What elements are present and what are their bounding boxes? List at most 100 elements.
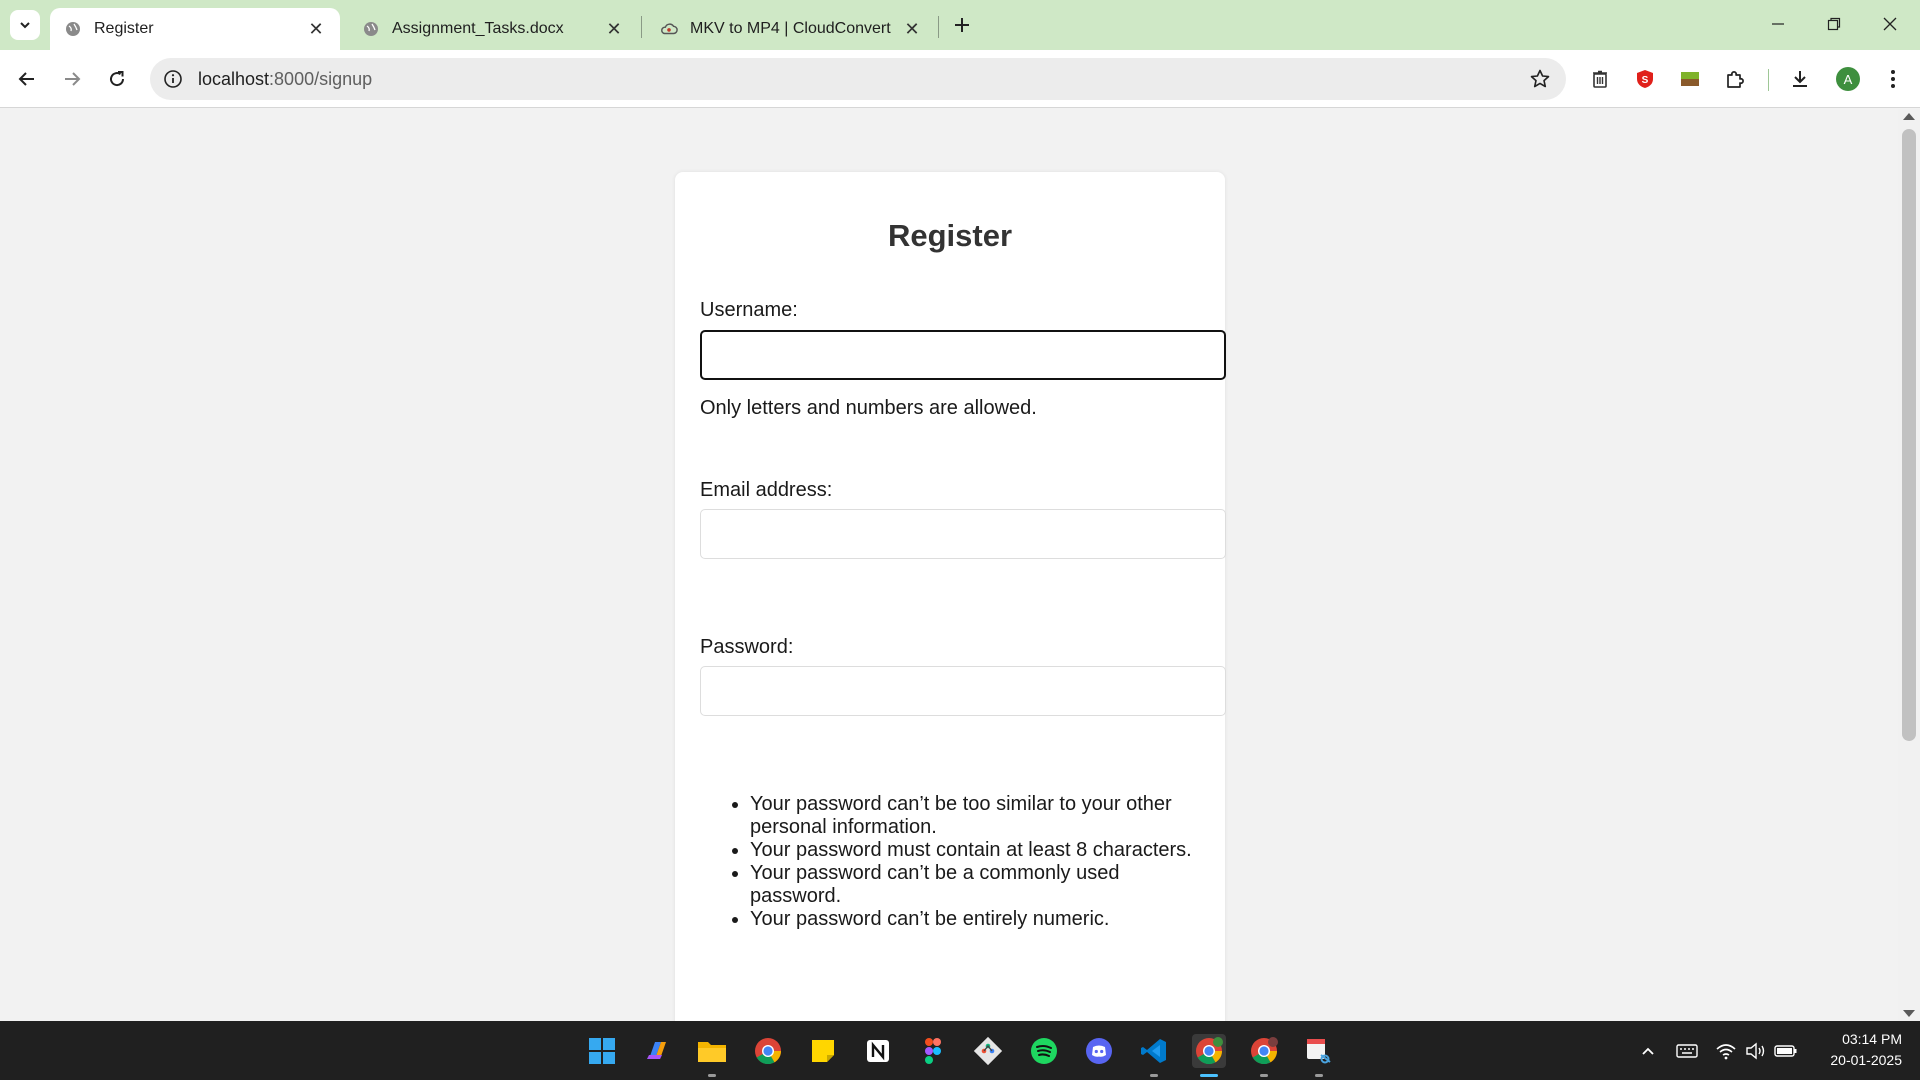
kebab-menu-icon[interactable] bbox=[1879, 65, 1907, 93]
spotify-icon bbox=[1031, 1038, 1057, 1064]
scroll-thumb[interactable] bbox=[1902, 129, 1916, 741]
wifi-icon[interactable] bbox=[1714, 1039, 1738, 1063]
password-rule: Your password can’t be a commonly used p… bbox=[750, 862, 1210, 908]
globe-icon bbox=[64, 20, 82, 38]
close-window-button[interactable] bbox=[1870, 8, 1910, 40]
svg-text:S: S bbox=[1642, 75, 1649, 86]
reload-button[interactable] bbox=[101, 63, 133, 95]
running-indicator bbox=[1260, 1074, 1268, 1077]
url-host: localhost bbox=[198, 68, 270, 89]
close-icon bbox=[1883, 17, 1897, 31]
password-label: Password: bbox=[700, 636, 794, 658]
shield-extension-icon[interactable]: S bbox=[1631, 65, 1659, 93]
profile-avatar[interactable]: A bbox=[1836, 67, 1860, 91]
tab-search-button[interactable] bbox=[10, 10, 40, 40]
chrome-icon bbox=[755, 1038, 782, 1065]
pixel-extension-icon[interactable] bbox=[1676, 65, 1704, 93]
spotify-app[interactable] bbox=[1027, 1034, 1061, 1068]
email-input[interactable] bbox=[700, 509, 1226, 559]
trash-extension-icon[interactable] bbox=[1586, 65, 1614, 93]
tab-divider bbox=[938, 16, 939, 38]
snipping-tool-app[interactable] bbox=[1302, 1034, 1336, 1077]
plus-icon bbox=[955, 18, 969, 32]
tray-overflow-chevron-icon[interactable] bbox=[1636, 1039, 1660, 1063]
chrome-app-second[interactable] bbox=[1247, 1034, 1281, 1077]
system-clock[interactable]: 03:14 PM 20-01-2025 bbox=[1812, 1029, 1902, 1071]
arrow-right-icon bbox=[65, 72, 81, 86]
forward-button[interactable] bbox=[56, 63, 88, 95]
windows-taskbar: 03:14 PM 20-01-2025 bbox=[0, 1021, 1920, 1080]
chrome-app[interactable] bbox=[751, 1034, 785, 1068]
keyboard-icon[interactable] bbox=[1675, 1039, 1699, 1063]
restore-button[interactable] bbox=[1814, 8, 1854, 40]
active-indicator bbox=[1200, 1074, 1218, 1077]
notion-app[interactable] bbox=[861, 1034, 895, 1068]
copilot-icon bbox=[647, 1042, 666, 1059]
sticky-notes-icon bbox=[812, 1040, 834, 1062]
register-card: Register Username: Only letters and numb… bbox=[675, 172, 1226, 1021]
bookmark-star-icon[interactable] bbox=[1528, 67, 1552, 91]
globe-icon bbox=[362, 20, 380, 38]
url-path: :8000/signup bbox=[269, 68, 373, 89]
url-text[interactable]: localhost:8000/signup bbox=[198, 69, 372, 90]
back-button[interactable] bbox=[11, 63, 43, 95]
tab-title: MKV to MP4 | CloudConvert bbox=[690, 20, 891, 37]
page-scrollbar[interactable] bbox=[1898, 109, 1920, 1021]
tab-close-icon[interactable]: ✕ bbox=[902, 19, 922, 39]
scroll-down-arrow-icon[interactable] bbox=[1903, 1010, 1915, 1017]
address-bar[interactable]: localhost:8000/signup bbox=[150, 58, 1566, 100]
notion-icon bbox=[867, 1040, 889, 1062]
copilot-app[interactable] bbox=[640, 1034, 674, 1068]
password-rules-list: Your password can’t be too similar to yo… bbox=[750, 793, 1210, 931]
chrome-icon bbox=[1196, 1037, 1223, 1065]
password-rule: Your password can’t be entirely numeric. bbox=[750, 908, 1210, 931]
page-title: Register bbox=[887, 218, 1013, 253]
toolbar-divider bbox=[1768, 69, 1769, 91]
start-button[interactable] bbox=[585, 1034, 619, 1068]
git-icon bbox=[973, 1036, 1003, 1066]
vscode-app[interactable] bbox=[1137, 1034, 1171, 1077]
sticky-notes-app[interactable] bbox=[806, 1034, 840, 1068]
tab-close-icon[interactable]: ✕ bbox=[604, 19, 624, 39]
minimize-button[interactable] bbox=[1758, 8, 1798, 40]
discord-icon bbox=[1086, 1038, 1112, 1064]
site-info-icon[interactable] bbox=[160, 66, 186, 92]
volume-icon[interactable] bbox=[1744, 1039, 1768, 1063]
password-rule: Your password can’t be too similar to yo… bbox=[750, 793, 1210, 839]
scroll-up-arrow-icon[interactable] bbox=[1903, 113, 1915, 120]
browser-toolbar: localhost:8000/signup S A bbox=[0, 50, 1920, 108]
snipping-tool-icon bbox=[1307, 1039, 1331, 1064]
tab-cloudconvert[interactable]: MKV to MP4 | CloudConvert ✕ bbox=[646, 8, 936, 50]
username-input[interactable] bbox=[700, 330, 1226, 380]
arrow-left-icon bbox=[18, 72, 34, 86]
minimize-icon bbox=[1772, 23, 1784, 25]
cloud-icon bbox=[660, 20, 678, 38]
email-label: Email address: bbox=[700, 479, 833, 501]
figma-icon bbox=[925, 1038, 941, 1064]
running-indicator bbox=[708, 1074, 716, 1077]
figma-app[interactable] bbox=[916, 1034, 950, 1068]
password-input[interactable] bbox=[700, 666, 1226, 716]
download-icon[interactable] bbox=[1786, 65, 1814, 93]
tab-title: Assignment_Tasks.docx bbox=[392, 20, 564, 37]
username-label: Username: bbox=[700, 299, 798, 321]
tab-close-icon[interactable]: ✕ bbox=[306, 19, 326, 39]
tab-register[interactable]: Register ✕ bbox=[50, 8, 340, 50]
restore-icon bbox=[1827, 17, 1841, 31]
tab-divider bbox=[641, 16, 642, 38]
clock-time: 03:14 PM bbox=[1842, 1031, 1902, 1047]
running-indicator bbox=[1315, 1074, 1323, 1077]
tab-assignment-tasks[interactable]: Assignment_Tasks.docx ✕ bbox=[348, 8, 638, 50]
battery-icon[interactable] bbox=[1774, 1039, 1798, 1063]
file-explorer-app[interactable] bbox=[695, 1034, 729, 1077]
new-tab-button[interactable] bbox=[948, 11, 976, 39]
clock-date: 20-01-2025 bbox=[1830, 1052, 1902, 1068]
git-app[interactable] bbox=[971, 1034, 1005, 1068]
extensions-puzzle-icon[interactable] bbox=[1721, 65, 1749, 93]
folder-icon bbox=[698, 1042, 726, 1062]
discord-app[interactable] bbox=[1082, 1034, 1116, 1068]
chrome-profile-app[interactable] bbox=[1192, 1034, 1226, 1077]
tab-strip: Register ✕ Assignment_Tasks.docx ✕ MKV t… bbox=[0, 0, 1920, 50]
windows-logo-icon bbox=[589, 1038, 615, 1064]
page-viewport: Register Username: Only letters and numb… bbox=[0, 109, 1898, 1021]
